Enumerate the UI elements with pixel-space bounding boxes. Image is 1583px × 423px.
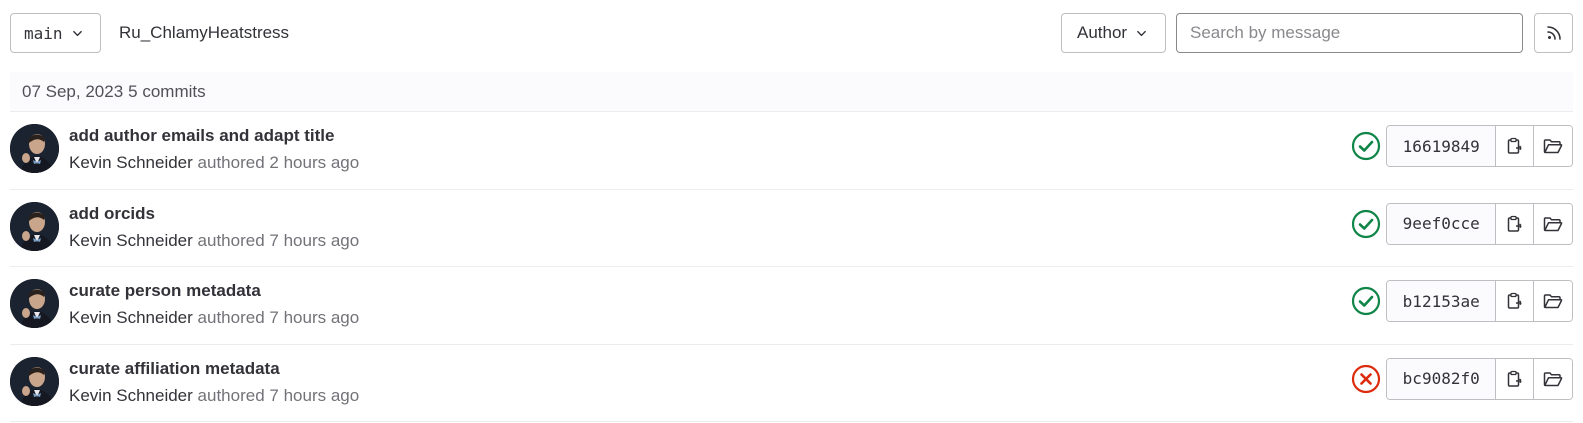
commit-sha-button[interactable]: b12153ae xyxy=(1387,281,1497,322)
commit-authored-verb: authored xyxy=(197,385,265,405)
commit-meta: Kevin Schneider authored 7 hours ago xyxy=(69,308,359,328)
folder-open-icon xyxy=(1543,294,1563,309)
commit-title-link[interactable]: add orcids xyxy=(69,204,155,224)
commit-time-ago: 7 hours ago xyxy=(269,230,360,250)
status-failed-icon xyxy=(1351,364,1381,393)
commit-row: add orcids Kevin Schneider authored 7 ho… xyxy=(10,190,1573,268)
commit-meta: Kevin Schneider authored 2 hours ago xyxy=(69,153,359,173)
commit-row: add author emails and adapt title Kevin … xyxy=(10,112,1573,190)
commit-sha-button[interactable]: 16619849 xyxy=(1387,126,1497,166)
copy-to-clipboard-icon xyxy=(1507,293,1523,309)
commit-meta: Kevin Schneider authored 7 hours ago xyxy=(69,386,359,406)
folder-open-icon xyxy=(1543,372,1563,387)
commit-authored-verb: authored xyxy=(197,308,265,328)
status-success-icon xyxy=(1351,131,1381,161)
pipeline-status[interactable] xyxy=(1351,209,1381,239)
commit-sha-group: bc9082f0 xyxy=(1386,357,1573,400)
folder-open-icon xyxy=(1543,216,1563,231)
project-path: Ru_ChlamyHeatstress xyxy=(119,23,290,42)
status-success-icon xyxy=(1351,209,1381,238)
copy-sha-button[interactable] xyxy=(1496,203,1535,244)
avatar-image xyxy=(10,279,59,329)
commit-day-header: 07 Sep, 2023 5 commits xyxy=(10,72,1573,112)
commit-sha-group: 9eef0cce xyxy=(1386,202,1573,245)
copy-sha-button[interactable] xyxy=(1496,281,1535,322)
pipeline-status[interactable] xyxy=(1351,131,1381,161)
copy-to-clipboard-icon xyxy=(1507,215,1523,232)
commit-sha-group: b12153ae xyxy=(1386,280,1573,323)
commits-toolbar: main Ru_ChlamyHeatstress Author xyxy=(10,13,1573,53)
commit-meta: Kevin Schneider authored 7 hours ago xyxy=(69,231,359,251)
author-avatar[interactable] xyxy=(10,279,59,329)
commit-title-link[interactable]: add author emails and adapt title xyxy=(69,126,334,146)
commit-author-link[interactable]: Kevin Schneider xyxy=(69,386,193,405)
browse-files-button[interactable] xyxy=(1534,126,1572,166)
chevron-down-icon xyxy=(72,30,82,36)
pipeline-status[interactable] xyxy=(1351,286,1381,316)
avatar-image xyxy=(10,124,59,173)
commit-sha-group: 16619849 xyxy=(1386,125,1573,167)
commit-day-count: 5 commits xyxy=(128,81,206,101)
avatar-image xyxy=(10,201,59,251)
commit-row: curate affiliation metadata Kevin Schnei… xyxy=(10,345,1573,423)
commit-time-ago: 7 hours ago xyxy=(269,385,360,405)
commit-row: curate person metadata Kevin Schneider a… xyxy=(10,267,1573,345)
commit-author-link[interactable]: Kevin Schneider xyxy=(69,231,193,250)
commit-title-link[interactable]: curate affiliation metadata xyxy=(69,359,280,379)
commit-author-link[interactable]: Kevin Schneider xyxy=(69,308,193,327)
copy-to-clipboard-icon xyxy=(1507,137,1523,154)
search-by-message-input[interactable] xyxy=(1176,13,1523,53)
branch-dropdown-label: main xyxy=(24,23,63,43)
chevron-down-icon xyxy=(1137,30,1146,36)
author-avatar[interactable] xyxy=(10,356,59,406)
commits-feed-button[interactable] xyxy=(1534,13,1573,53)
author-avatar[interactable] xyxy=(10,201,59,251)
commit-time-ago: 7 hours ago xyxy=(269,308,360,328)
commit-title-link[interactable]: curate person metadata xyxy=(69,281,261,301)
commit-authored-verb: authored xyxy=(197,230,265,250)
commit-list: add author emails and adapt title Kevin … xyxy=(10,112,1573,423)
pipeline-status[interactable] xyxy=(1351,364,1381,394)
avatar-image xyxy=(10,356,59,406)
commit-sha-button[interactable]: 9eef0cce xyxy=(1387,203,1497,244)
author-dropdown-label: Author xyxy=(1077,23,1128,42)
status-success-icon xyxy=(1351,287,1381,316)
folder-open-icon xyxy=(1543,139,1563,154)
browse-files-button[interactable] xyxy=(1534,281,1572,322)
copy-sha-button[interactable] xyxy=(1496,358,1535,399)
author-avatar[interactable] xyxy=(10,124,59,173)
commit-time-ago: 2 hours ago xyxy=(269,153,360,172)
rss-icon xyxy=(1546,26,1561,40)
browse-files-button[interactable] xyxy=(1534,358,1572,399)
commit-author-link[interactable]: Kevin Schneider xyxy=(69,153,193,172)
commit-sha-button[interactable]: bc9082f0 xyxy=(1387,358,1497,399)
branch-dropdown[interactable]: main xyxy=(10,13,101,53)
commit-authored-verb: authored xyxy=(197,153,265,172)
browse-files-button[interactable] xyxy=(1534,203,1572,244)
author-dropdown[interactable]: Author xyxy=(1061,13,1166,53)
copy-to-clipboard-icon xyxy=(1507,370,1523,387)
copy-sha-button[interactable] xyxy=(1496,126,1535,166)
commit-day-date: 07 Sep, 2023 xyxy=(22,81,124,101)
